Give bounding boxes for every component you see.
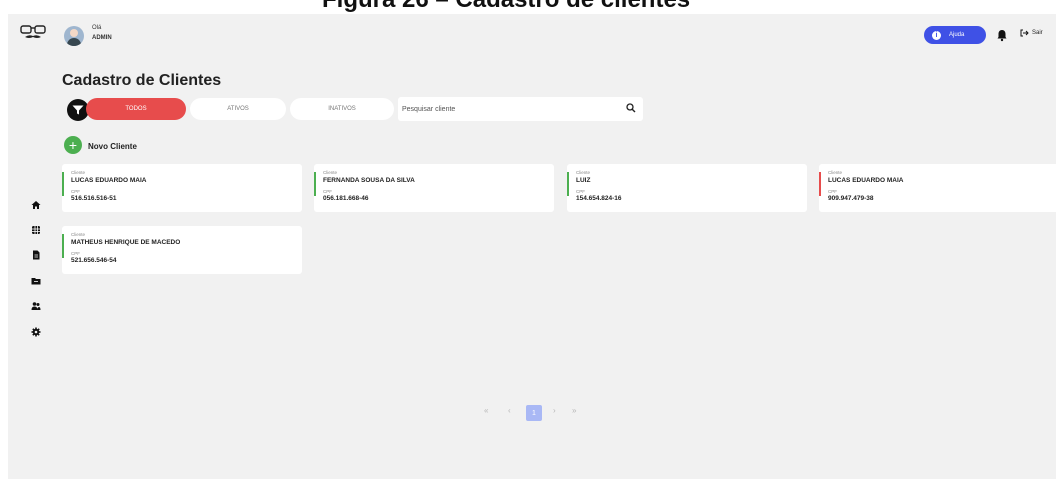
logout-button[interactable]: Sair [1020,29,1043,37]
add-client-label[interactable]: Novo Cliente [88,142,137,151]
avatar[interactable] [64,26,84,46]
document-icon[interactable] [31,250,41,260]
status-indicator [314,172,316,196]
search-input[interactable]: Pesquisar cliente [398,97,643,121]
home-icon[interactable] [31,200,41,210]
client-card[interactable]: Cliente LUCAS EDUARDO MAIA CPF 516.516.5… [62,164,302,212]
users-icon[interactable] [31,301,41,311]
page-title: Cadastro de Clientes [62,72,222,89]
username-text: ADMIN [92,35,112,41]
client-cpf: 521.656.546-54 [71,257,117,264]
add-client-button[interactable]: + [64,136,82,154]
client-card[interactable]: Cliente LUCAS EDUARDO MAIA CPF 909.947.4… [819,164,1056,212]
pagination-page-1[interactable]: 1 [526,405,542,421]
client-card[interactable]: Cliente MATHEUS HENRIQUE DE MACEDO CPF 5… [62,226,302,274]
pagination-next-button[interactable]: › [553,406,556,415]
help-button-label: Ajuda [949,32,965,38]
client-name: FERNANDA SOUSA DA SILVA [323,177,415,184]
pagination-last-button[interactable]: » [572,406,576,415]
client-name: LUIZ [576,177,591,184]
client-name: LUCAS EDUARDO MAIA [828,177,904,184]
client-cpf: 056.181.668-46 [323,195,369,202]
settings-icon[interactable] [31,327,41,337]
client-cpf: 516.516.516-51 [71,195,117,202]
search-icon[interactable] [626,103,636,113]
filter-tab-todos[interactable]: TODOS [86,98,186,120]
grid-icon[interactable] [31,225,41,235]
status-indicator [567,172,569,196]
glasses-mustache-logo-icon[interactable] [20,24,46,40]
filter-tab-inativos[interactable]: INATIVOS [290,98,394,120]
status-indicator [62,172,64,196]
pagination-first-button[interactable]: « [484,406,488,415]
figure-caption-text: Figura 26 – Cadastro de clientes [322,0,690,14]
client-cpf: 909.947.479-38 [828,195,874,202]
client-name: LUCAS EDUARDO MAIA [71,177,147,184]
logout-icon [1020,29,1029,37]
figure-caption: Figura 26 – Cadastro de clientes [0,0,1056,14]
bell-icon[interactable] [994,27,1010,43]
pagination-prev-button[interactable]: ‹ [508,406,511,415]
folder-icon[interactable] [31,276,41,286]
status-indicator [62,234,64,258]
search-placeholder: Pesquisar cliente [402,106,456,113]
client-card[interactable]: Cliente FERNANDA SOUSA DA SILVA CPF 056.… [314,164,554,212]
greeting-text: Olá [92,25,102,31]
client-card[interactable]: Cliente LUIZ CPF 154.654.824-16 [567,164,807,212]
status-indicator [819,172,821,196]
filter-icon [72,105,84,115]
app-window: Olá ADMIN i Ajuda Sair Cadastro de Clien… [8,14,1056,479]
logout-label: Sair [1032,30,1043,36]
client-cpf: 154.654.824-16 [576,195,622,202]
info-icon: i [932,30,941,40]
filter-tab-ativos[interactable]: ATIVOS [190,98,286,120]
client-name: MATHEUS HENRIQUE DE MACEDO [71,239,181,246]
help-button[interactable]: i Ajuda [924,26,986,44]
